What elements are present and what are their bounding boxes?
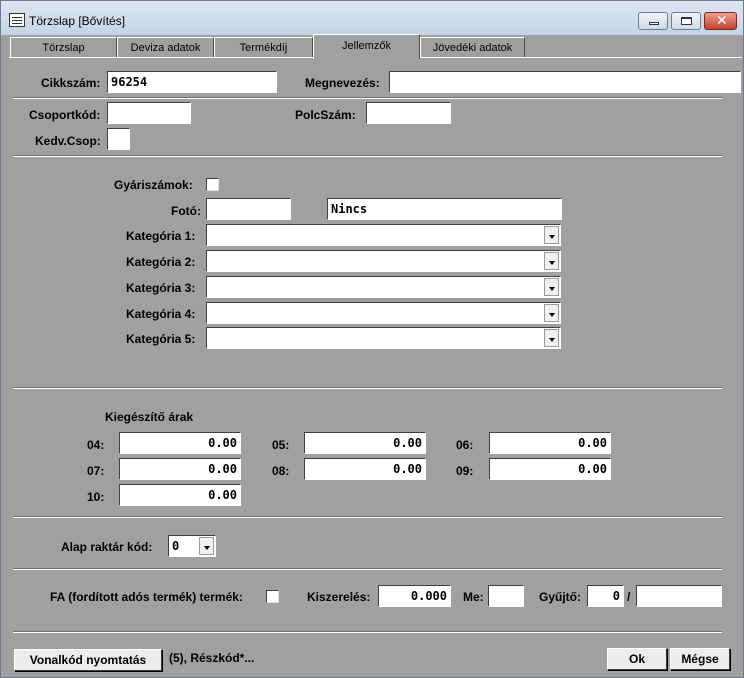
window-app-icon [9, 13, 25, 27]
price-06-field[interactable]: 0.00 [489, 432, 611, 454]
separator [13, 155, 722, 157]
price-09-label: 09: [456, 464, 474, 478]
separator [13, 516, 722, 518]
alap-raktar-kod-select[interactable]: 0 [168, 535, 216, 557]
kiszereles-label: Kiszerelés: [307, 590, 371, 604]
polcszam-label: PolcSzám: [295, 108, 356, 122]
chevron-down-icon[interactable] [544, 329, 559, 347]
tab-jovedeki-adatok[interactable]: Jövedéki adatok [420, 37, 525, 58]
price-06-label: 06: [456, 438, 474, 452]
fa-termek-checkbox[interactable] [266, 590, 279, 603]
alap-raktar-kod-value: 0 [172, 539, 180, 553]
kiegeszito-arak-title: Kiegészítő árak [105, 410, 194, 424]
reszkod-status: (5), Részkód*... [169, 651, 255, 665]
chevron-down-icon[interactable] [544, 226, 559, 244]
kategoria-5-select[interactable] [206, 327, 561, 349]
price-08-field[interactable]: 0.00 [304, 458, 426, 480]
tab-termekdij[interactable]: Termékdíj [214, 37, 313, 58]
separator [13, 97, 722, 99]
price-05-field[interactable]: 0.00 [304, 432, 426, 454]
close-button[interactable]: ✕ [704, 12, 737, 30]
csoportkod-field[interactable] [107, 102, 191, 124]
megse-button[interactable]: Mégse [670, 648, 730, 670]
gyariszamok-label: Gyáriszámok: [114, 178, 193, 192]
separator [13, 387, 722, 389]
price-07-field[interactable]: 0.00 [119, 458, 241, 480]
cikkszam-field[interactable]: 96254 [107, 71, 277, 93]
polcszam-field[interactable] [366, 102, 451, 124]
csoportkod-label: Csoportkód: [29, 108, 101, 122]
chevron-down-icon[interactable] [544, 252, 559, 270]
kategoria-1-label: Kategória 1: [126, 229, 196, 243]
maximize-icon [681, 17, 692, 25]
price-10-field[interactable]: 0.00 [119, 484, 241, 506]
kategoria-4-select[interactable] [206, 302, 561, 324]
torzslap-window: Törzslap [Bővítés] ✕ Törzslap Deviza ada… [0, 0, 744, 678]
kategoria-1-select[interactable] [206, 224, 561, 246]
foto-label: Fotó: [171, 204, 201, 218]
window-title: Törzslap [Bővítés] [29, 14, 126, 28]
me-label: Me: [463, 590, 484, 604]
cikkszam-label: Cikkszám: [41, 76, 101, 90]
price-09-field[interactable]: 0.00 [489, 458, 611, 480]
gyariszamok-checkbox[interactable] [206, 178, 219, 191]
kedvcsop-label: Kedv.Csop: [35, 134, 101, 148]
gyujto-label: Gyűjtő: [539, 590, 581, 604]
kategoria-3-select[interactable] [206, 276, 561, 298]
vonalkod-nyomtatas-button[interactable]: Vonalkód nyomtatás [14, 649, 162, 671]
close-icon: ✕ [716, 13, 728, 29]
kategoria-2-select[interactable] [206, 250, 561, 272]
price-07-label: 07: [87, 464, 105, 478]
kategoria-5-label: Kategória 5: [126, 332, 196, 346]
megnevezes-label: Megnevezés: [305, 76, 380, 90]
tab-torzslap[interactable]: Törzslap [10, 37, 117, 58]
kategoria-4-label: Kategória 4: [126, 307, 196, 321]
megnevezes-field[interactable] [389, 71, 741, 93]
chevron-down-icon[interactable] [544, 278, 559, 296]
price-04-field[interactable]: 0.00 [119, 432, 241, 454]
kategoria-2-label: Kategória 2: [126, 255, 196, 269]
chevron-down-icon[interactable] [199, 537, 214, 555]
minimize-button[interactable] [638, 12, 668, 30]
maximize-button[interactable] [671, 12, 701, 30]
fa-termek-label: FA (fordított adós termék) termék: [50, 590, 243, 604]
gyujto-field[interactable]: 0 [587, 585, 624, 607]
tab-deviza-adatok[interactable]: Deviza adatok [117, 37, 214, 58]
price-08-label: 08: [272, 464, 290, 478]
gyujto-separator: / [627, 590, 631, 604]
kedvcsop-field[interactable] [107, 128, 130, 150]
kiszereles-field[interactable]: 0.000 [378, 585, 451, 607]
foto-field[interactable] [206, 198, 291, 220]
minimize-icon [649, 22, 659, 25]
price-05-label: 05: [272, 438, 290, 452]
title-bar[interactable]: Törzslap [Bővítés] ✕ [1, 1, 743, 35]
foto-status-field: Nincs [327, 198, 562, 220]
separator [13, 568, 722, 570]
alap-raktar-kod-label: Alap raktár kód: [61, 540, 153, 554]
price-04-label: 04: [87, 438, 105, 452]
kategoria-3-label: Kategória 3: [126, 281, 196, 295]
me-field[interactable] [488, 585, 524, 607]
ok-button[interactable]: Ok [607, 648, 667, 670]
tab-jellemzok[interactable]: Jellemzők [313, 34, 420, 59]
chevron-down-icon[interactable] [544, 304, 559, 322]
gyujto-secondary-field[interactable] [636, 585, 722, 607]
price-10-label: 10: [87, 490, 105, 504]
separator [13, 631, 722, 633]
